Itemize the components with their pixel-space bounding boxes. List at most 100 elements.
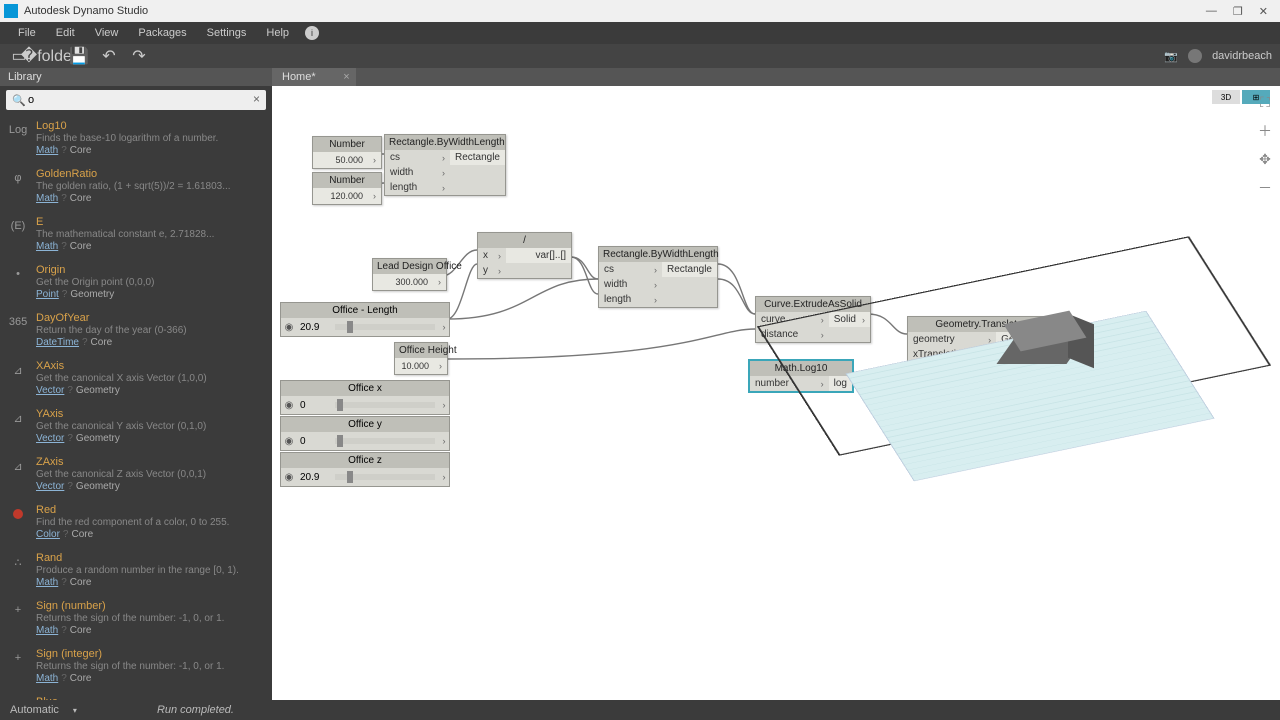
app-title: Autodesk Dynamo Studio: [24, 5, 148, 17]
library-item-desc: Returns the sign of the number: -1, 0, o…: [36, 661, 264, 672]
node-title: Rectangle.ByWidthLength: [385, 135, 505, 150]
search-icon: 🔍: [12, 94, 26, 107]
preview-toggle-icon[interactable]: ◉: [281, 322, 297, 333]
run-mode-dropdown[interactable]: Automatic: [0, 704, 97, 716]
menu-file[interactable]: File: [8, 27, 46, 39]
library-item-desc: Get the Origin point (0,0,0): [36, 277, 264, 288]
library-item-tags: Math?Core: [36, 673, 264, 684]
slider-track[interactable]: [335, 324, 435, 330]
node-number-2[interactable]: Number 120.000›: [312, 172, 382, 205]
library-item-title: GoldenRatio: [36, 168, 264, 180]
library-item-tags: Vector?Geometry: [36, 385, 264, 396]
minimize-button[interactable]: —: [1206, 5, 1217, 18]
library-item[interactable]: ⊿YAxisGet the canonical Y axis Vector (0…: [0, 402, 272, 450]
node-office-height[interactable]: Office Height 10.000›: [394, 342, 448, 375]
slider-office-z[interactable]: Office z ◉20.9›: [280, 452, 450, 487]
library-item[interactable]: +Sign (integer)Returns the sign of the n…: [0, 642, 272, 690]
library-item-icon: •: [10, 266, 26, 282]
node-log10[interactable]: Math.Log10 number› log: [749, 360, 853, 392]
menu-help[interactable]: Help: [256, 27, 299, 39]
library-item-tags: DateTime?Core: [36, 337, 264, 348]
camera-icon[interactable]: 📷: [1164, 50, 1178, 63]
node-number-1[interactable]: Number 50.000›: [312, 136, 382, 169]
library-item[interactable]: ∴RandProduce a random number in the rang…: [0, 546, 272, 594]
node-translate[interactable]: Geometry.Translate geometry› xTranslatio…: [907, 316, 1051, 393]
slider-office-y[interactable]: Office y ◉0›: [280, 416, 450, 451]
app-icon: [4, 4, 18, 18]
tab-close-icon[interactable]: ×: [343, 71, 349, 83]
tab-home[interactable]: Home* ×: [272, 68, 356, 86]
node-value: 50.000: [331, 154, 367, 166]
open-file-button[interactable]: �folder: [38, 47, 60, 65]
slider-track[interactable]: [335, 402, 435, 408]
library-list[interactable]: LogLog10Finds the base-10 logarithm of a…: [0, 114, 272, 700]
library-item[interactable]: LogLog10Finds the base-10 logarithm of a…: [0, 114, 272, 162]
library-item[interactable]: •OriginGet the Origin point (0,0,0)Point…: [0, 258, 272, 306]
status-message: Run completed.: [157, 704, 234, 716]
library-item-title: DayOfYear: [36, 312, 264, 324]
node-extrude[interactable]: Curve.ExtrudeAsSolid curve› distance› So…: [755, 296, 871, 343]
menu-bar: File Edit View Packages Settings Help i: [0, 22, 1280, 44]
search-clear-icon[interactable]: ×: [253, 92, 260, 106]
menu-packages[interactable]: Packages: [128, 27, 196, 39]
slider-track[interactable]: [335, 474, 435, 480]
toolbar: ▭ �folder 💾 ↶ ↷ 📷 davidrbeach: [0, 44, 1280, 68]
library-item-title: YAxis: [36, 408, 264, 420]
node-title: Number: [313, 173, 381, 188]
library-item-icon: Log: [10, 122, 26, 138]
search-input[interactable]: [6, 90, 266, 110]
close-button[interactable]: ✕: [1259, 5, 1268, 18]
title-bar: Autodesk Dynamo Studio — ❐ ✕: [0, 0, 1280, 22]
library-item-title: Rand: [36, 552, 264, 564]
info-icon[interactable]: i: [305, 26, 319, 40]
library-item-desc: Return the day of the year (0-366): [36, 325, 264, 336]
library-item-title: Sign (integer): [36, 648, 264, 660]
library-item[interactable]: φGoldenRatioThe golden ratio, (1 + sqrt(…: [0, 162, 272, 210]
slider-office-length[interactable]: Office - Length ◉20.9›: [280, 302, 450, 337]
node-title: Office Height: [395, 343, 447, 358]
library-item-tags: Math?Core: [36, 193, 264, 204]
undo-button[interactable]: ↶: [98, 47, 120, 65]
library-title: Library: [8, 71, 42, 83]
slider-office-x[interactable]: Office x ◉0›: [280, 380, 450, 415]
node-title: Geometry.Translate: [908, 317, 1050, 332]
library-item[interactable]: (E)EThe mathematical constant e, 2.71828…: [0, 210, 272, 258]
library-item-desc: Returns the sign of the number: -1, 0, o…: [36, 613, 264, 624]
node-rectangle-1[interactable]: Rectangle.ByWidthLength cs› width› lengt…: [384, 134, 506, 196]
graph-canvas[interactable]: 3D ⊞ ⛶ ＋ ✥ － Number 50.000›: [272, 86, 1280, 700]
status-bar: Automatic Run completed.: [0, 700, 1280, 720]
preview-toggle-icon[interactable]: ◉: [281, 436, 297, 447]
library-item[interactable]: RedFind the red component of a color, 0 …: [0, 498, 272, 546]
library-item-tags: Vector?Geometry: [36, 433, 264, 444]
menu-view[interactable]: View: [85, 27, 129, 39]
library-item-desc: Produce a random number in the range [0,…: [36, 565, 264, 576]
library-item[interactable]: 365 DayOfYearReturn the day of the year (…: [0, 306, 272, 354]
node-title: Lead Design Office: [373, 259, 446, 274]
user-avatar[interactable]: [1188, 49, 1202, 63]
node-divide[interactable]: / x› y› var[]..[]: [477, 232, 572, 279]
library-item[interactable]: BlueFind the blue component of a color, …: [0, 690, 272, 700]
library-item[interactable]: ⊿XAxisGet the canonical X axis Vector (1…: [0, 354, 272, 402]
library-item[interactable]: ⊿ZAxisGet the canonical Z axis Vector (0…: [0, 450, 272, 498]
redo-button[interactable]: ↷: [128, 47, 150, 65]
library-item-desc: Get the canonical X axis Vector (1,0,0): [36, 373, 264, 384]
library-item-title: XAxis: [36, 360, 264, 372]
menu-edit[interactable]: Edit: [46, 27, 85, 39]
library-item-desc: Get the canonical Y axis Vector (0,1,0): [36, 421, 264, 432]
library-item-tags: Vector?Geometry: [36, 481, 264, 492]
node-title: Curve.ExtrudeAsSolid: [756, 297, 870, 312]
node-title: Math.Log10: [750, 361, 852, 376]
node-rectangle-2[interactable]: Rectangle.ByWidthLength cs› width› lengt…: [598, 246, 718, 308]
library-item[interactable]: +Sign (number)Returns the sign of the nu…: [0, 594, 272, 642]
library-item-icon: 365: [10, 314, 26, 330]
node-lead-design-office[interactable]: Lead Design Office 300.000›: [372, 258, 447, 291]
preview-toggle-icon[interactable]: ◉: [281, 400, 297, 411]
save-button[interactable]: 💾: [68, 47, 90, 65]
user-name[interactable]: davidrbeach: [1212, 50, 1272, 62]
tab-label: Home*: [282, 71, 316, 83]
preview-toggle-icon[interactable]: ◉: [281, 472, 297, 483]
maximize-button[interactable]: ❐: [1233, 5, 1243, 18]
node-title: Rectangle.ByWidthLength: [599, 247, 717, 262]
menu-settings[interactable]: Settings: [197, 27, 257, 39]
slider-track[interactable]: [335, 438, 435, 444]
